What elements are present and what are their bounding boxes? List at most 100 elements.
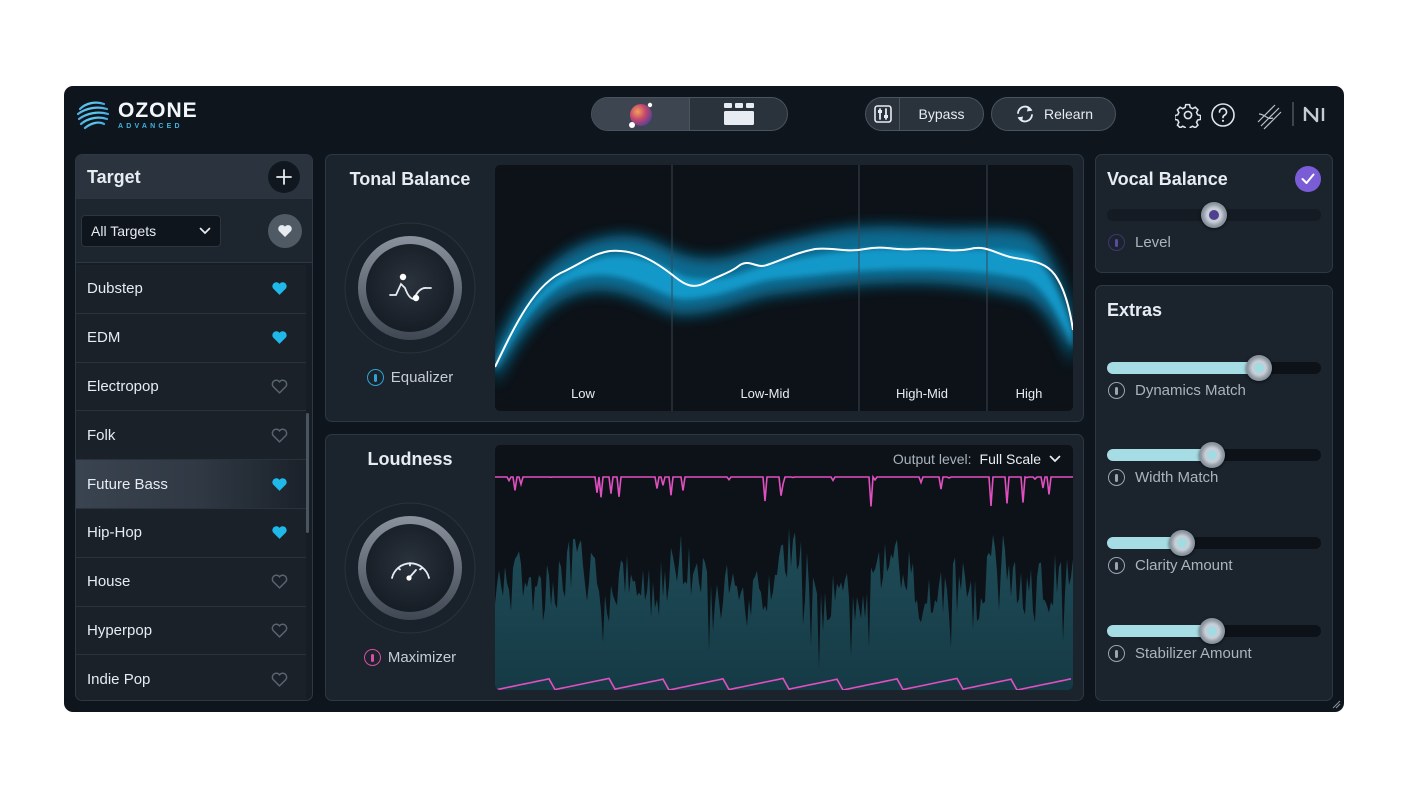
ozone-logo-icon bbox=[76, 101, 110, 130]
heart-filled-icon[interactable] bbox=[271, 330, 288, 345]
heart-outline-icon[interactable] bbox=[271, 428, 288, 443]
target-list-item[interactable]: Hyperpop bbox=[76, 606, 306, 656]
mixer-faders-icon bbox=[873, 105, 892, 123]
modules-grid-icon bbox=[723, 103, 754, 125]
tonal-balance-curve bbox=[495, 165, 1073, 411]
extras-power-icon[interactable] bbox=[1108, 645, 1125, 662]
loudness-graph: Output level: Full Scale bbox=[495, 445, 1073, 690]
heart-filled-icon[interactable] bbox=[271, 477, 288, 492]
maximizer-label: Maximizer bbox=[387, 649, 457, 666]
bypass-button[interactable]: Bypass bbox=[900, 106, 983, 122]
compare-button[interactable] bbox=[866, 98, 900, 130]
maximizer-knob[interactable] bbox=[343, 501, 477, 640]
signal-chain-button[interactable] bbox=[1255, 102, 1283, 130]
output-level-value: Full Scale bbox=[979, 451, 1041, 467]
equalizer-module-label[interactable]: Equalizer bbox=[326, 369, 494, 386]
target-title: Target bbox=[87, 166, 141, 187]
extras-slider[interactable] bbox=[1107, 618, 1321, 644]
view-mode-switch bbox=[591, 97, 788, 131]
level-power-icon[interactable] bbox=[1108, 234, 1125, 251]
loudness-title: Loudness bbox=[367, 449, 453, 469]
maximizer-power-icon[interactable] bbox=[363, 649, 381, 666]
band-label-low-mid: Low-Mid bbox=[740, 386, 790, 401]
extras-slider-thumb[interactable] bbox=[1245, 355, 1272, 381]
extras-control-label: Dynamics Match bbox=[1108, 382, 1246, 399]
target-list-item[interactable]: Dubstep bbox=[76, 265, 306, 314]
extras-control-label: Stabilizer Amount bbox=[1108, 645, 1252, 662]
heart-filled-icon[interactable] bbox=[271, 281, 288, 296]
target-list-item[interactable]: House bbox=[76, 557, 306, 607]
maximizer-module-label[interactable]: Maximizer bbox=[326, 649, 494, 666]
output-level-label: Output level: bbox=[892, 451, 972, 467]
heart-outline-icon[interactable] bbox=[271, 574, 288, 590]
target-list-item[interactable]: EDM bbox=[76, 313, 306, 363]
equalizer-power-icon[interactable] bbox=[366, 369, 384, 386]
extras-slider[interactable] bbox=[1107, 530, 1321, 556]
extras-control-label: Width Match bbox=[1108, 469, 1218, 486]
target-item-label: Indie Pop bbox=[87, 670, 151, 688]
loudness-panel: Loudness Maximizer Output level: Full Sc… bbox=[325, 434, 1084, 701]
heart-outline-icon[interactable] bbox=[271, 623, 288, 638]
app-name: OZONE bbox=[118, 99, 198, 122]
orb-assistant-icon bbox=[628, 102, 652, 128]
band-label-high-mid: High-Mid bbox=[895, 386, 949, 401]
target-item-label: Electropop bbox=[87, 377, 159, 395]
extras-slider-fill bbox=[1107, 449, 1212, 461]
extras-panel: Extras Dynamics Match Width Match Clarity … bbox=[1095, 285, 1333, 701]
ozone-logo: OZONE ADVANCED bbox=[76, 98, 198, 132]
target-list-item[interactable]: Hip-Hop bbox=[76, 508, 306, 558]
relearn-button[interactable]: Relearn bbox=[991, 97, 1116, 131]
heart-outline-icon[interactable] bbox=[271, 379, 288, 394]
extras-power-icon[interactable] bbox=[1108, 469, 1125, 486]
target-list-item[interactable]: Future Bass bbox=[76, 460, 306, 509]
extras-slider-thumb[interactable] bbox=[1198, 442, 1225, 468]
target-item-label: Dubstep bbox=[87, 280, 143, 298]
extras-slider[interactable] bbox=[1107, 442, 1321, 468]
help-button[interactable] bbox=[1210, 102, 1236, 128]
extras-power-icon[interactable] bbox=[1108, 382, 1125, 399]
extras-slider-thumb[interactable] bbox=[1168, 530, 1195, 556]
assistant-view-button[interactable] bbox=[592, 98, 689, 130]
target-list-scrollbar[interactable] bbox=[306, 413, 309, 533]
help-question-icon bbox=[1211, 103, 1235, 127]
extras-slider-fill bbox=[1107, 625, 1212, 637]
native-instruments-logo bbox=[1292, 102, 1325, 126]
target-list-item[interactable]: Indie Pop bbox=[76, 655, 306, 700]
target-list-item[interactable]: Electropop bbox=[76, 362, 306, 412]
ozone-app-window: OZONE ADVANCED Bypass Relearn Target All… bbox=[64, 86, 1344, 712]
target-item-label: House bbox=[87, 573, 131, 591]
heart-outline-icon[interactable] bbox=[271, 672, 288, 687]
extras-label: Stabilizer Amount bbox=[1135, 645, 1252, 662]
bypass-control: Bypass bbox=[865, 97, 984, 131]
heart-filled-icon[interactable] bbox=[271, 525, 288, 540]
extras-power-icon[interactable] bbox=[1108, 557, 1125, 574]
extras-slider[interactable] bbox=[1107, 355, 1321, 381]
target-list-item[interactable]: Folk bbox=[76, 411, 306, 461]
output-level-dropdown[interactable]: Output level: Full Scale bbox=[893, 451, 1061, 467]
extras-slider-thumb[interactable] bbox=[1198, 618, 1225, 644]
chevron-down-icon bbox=[199, 227, 211, 234]
relearn-cycle-icon bbox=[1017, 105, 1033, 123]
vocal-balance-toggle[interactable] bbox=[1295, 166, 1321, 192]
target-filter-value: All Targets bbox=[91, 222, 157, 239]
equalizer-knob[interactable] bbox=[343, 221, 477, 360]
settings-button[interactable] bbox=[1175, 102, 1201, 128]
target-item-label: Hip-Hop bbox=[87, 524, 143, 542]
modules-view-button[interactable] bbox=[689, 98, 787, 130]
plus-icon bbox=[276, 169, 292, 185]
maximizer-knob-graphic bbox=[344, 502, 476, 634]
heart-icon bbox=[278, 224, 292, 237]
vocal-level-thumb[interactable] bbox=[1201, 202, 1227, 228]
ni-brand bbox=[1292, 100, 1336, 128]
checkmark-icon bbox=[1301, 173, 1315, 184]
target-panel: Target All Targets Dubstep EDM Electropop F… bbox=[75, 154, 313, 701]
vocal-level-slider[interactable] bbox=[1107, 202, 1321, 228]
extras-control-label: Clarity Amount bbox=[1108, 557, 1233, 574]
extras-slider-fill bbox=[1107, 362, 1259, 374]
band-label-low: Low bbox=[571, 386, 595, 401]
resize-grip-icon[interactable] bbox=[1331, 699, 1341, 709]
target-filter-dropdown[interactable]: All Targets bbox=[81, 214, 221, 247]
tonal-balance-title: Tonal Balance bbox=[349, 169, 471, 189]
favorites-filter-button[interactable] bbox=[268, 213, 302, 248]
add-target-button[interactable] bbox=[268, 161, 300, 193]
